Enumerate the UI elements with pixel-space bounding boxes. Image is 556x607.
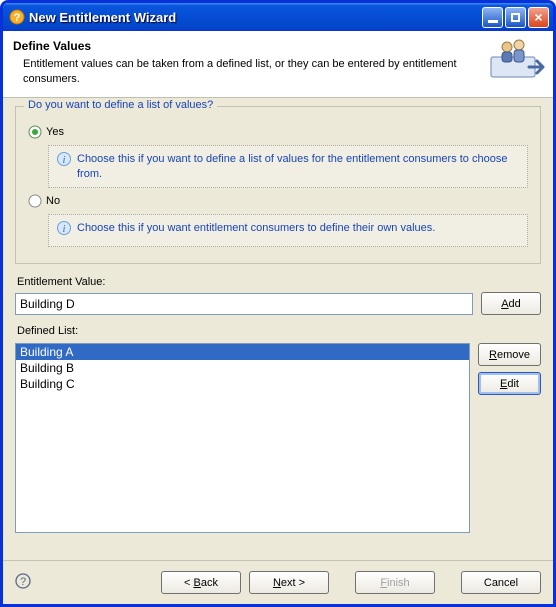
radio-yes[interactable]: Yes (28, 125, 530, 139)
radio-no-icon (28, 194, 42, 208)
radio-yes-label: Yes (46, 126, 64, 138)
remove-button[interactable]: Remove (478, 343, 541, 366)
window-buttons: × (482, 7, 549, 28)
list-item[interactable]: Building A (16, 344, 469, 360)
add-button[interactable]: Add (481, 292, 541, 315)
content-area: Do you want to define a list of values? … (3, 98, 553, 560)
window-title: New Entitlement Wizard (29, 10, 482, 25)
list-item[interactable]: Building B (16, 360, 469, 376)
maximize-button[interactable] (505, 7, 526, 28)
group-legend: Do you want to define a list of values? (24, 99, 217, 111)
list-item[interactable]: Building C (16, 376, 469, 392)
banner-icon (489, 37, 545, 83)
svg-text:i: i (63, 224, 66, 235)
radio-yes-icon (28, 125, 42, 139)
wizard-icon: ? (9, 9, 25, 25)
hint-yes-text: Choose this if you want to define a list… (77, 152, 519, 182)
help-button[interactable]: ? (15, 573, 31, 592)
add-button-label-rest: dd (509, 298, 521, 310)
close-button[interactable]: × (528, 7, 549, 28)
values-group: Do you want to define a list of values? … (15, 106, 541, 265)
footer: ? < Back Next > Finish Cancel (3, 560, 553, 604)
hint-no-text: Choose this if you want entitlement cons… (77, 221, 435, 240)
finish-button: Finish (355, 571, 435, 594)
radio-no[interactable]: No (28, 194, 530, 208)
next-button[interactable]: Next > (249, 571, 329, 594)
entitlement-value-row: Add (15, 292, 541, 315)
defined-list-label: Defined List: (17, 325, 541, 337)
hint-no: i Choose this if you want entitlement co… (48, 214, 528, 247)
titlebar: ? New Entitlement Wizard × (3, 3, 553, 31)
list-side-buttons: Remove Edit (478, 343, 541, 556)
cancel-button[interactable]: Cancel (461, 571, 541, 594)
hint-yes: i Choose this if you want to define a li… (48, 145, 528, 189)
defined-list-box[interactable]: Building ABuilding BBuilding C (15, 343, 470, 533)
edit-button[interactable]: Edit (478, 372, 541, 395)
entitlement-value-input[interactable] (15, 293, 473, 315)
radio-no-label: No (46, 195, 60, 207)
info-icon: i (57, 221, 71, 240)
svg-text:?: ? (14, 12, 21, 24)
info-icon: i (57, 152, 71, 182)
banner-description: Entitlement values can be taken from a d… (13, 57, 543, 87)
banner-heading: Define Values (13, 39, 543, 53)
dialog-window: ? New Entitlement Wizard × Define Values… (0, 0, 556, 607)
svg-text:?: ? (20, 576, 26, 588)
banner: Define Values Entitlement values can be … (3, 31, 553, 98)
entitlement-value-label: Entitlement Value: (17, 276, 541, 288)
minimize-button[interactable] (482, 7, 503, 28)
defined-list-area: Building ABuilding BBuilding C Remove Ed… (15, 343, 541, 556)
svg-text:i: i (63, 155, 66, 166)
back-button[interactable]: < Back (161, 571, 241, 594)
